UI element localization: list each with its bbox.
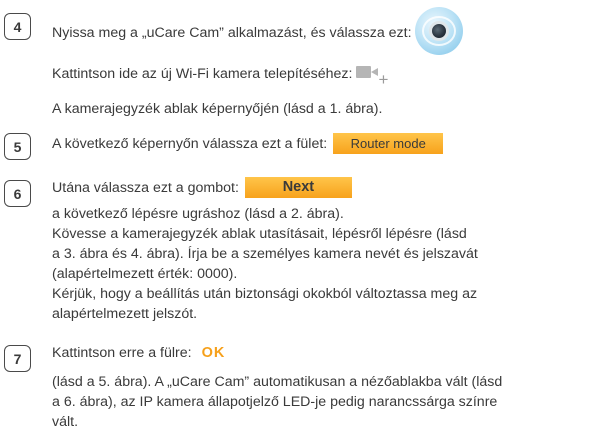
step-number-5: 5 — [4, 133, 31, 160]
step-6-line-4: a 3. ábra és 4. ábra). Írja be a személy… — [52, 246, 478, 262]
step-number-7: 7 — [4, 345, 31, 372]
ucare-cam-app-icon — [414, 7, 463, 55]
step-7-line-4: vált. — [52, 414, 79, 430]
step-6-line-7: alapértelmezett jelszót. — [52, 306, 198, 322]
router-mode-tab[interactable]: Router mode — [333, 133, 444, 154]
step-6-line-6: Kérjük, hogy a beállítás után biztonsági… — [52, 286, 478, 302]
step-7-line-3: a 6. ábra), az IP kamera állapotjelző LE… — [52, 394, 498, 410]
step-4-line-2: Kattintson ide az új Wi-Fi kamera telepí… — [52, 64, 390, 88]
add-camera-icon: + — [356, 64, 390, 88]
step-4-instruction: Nyissa meg a „uCare Cam” alkalmazást, és… — [52, 25, 412, 41]
step-4-line-1: Nyissa meg a „uCare Cam” alkalmazást, és… — [52, 7, 463, 57]
step-6-line-3: Kövesse a kamerajegyzék ablak utasításai… — [52, 226, 467, 242]
step-number-4: 4 — [4, 13, 31, 40]
ok-tab[interactable]: OK — [202, 343, 226, 363]
app-icon-lens — [428, 21, 449, 41]
step-7-line-1: Kattintson erre a fülre: OK — [52, 343, 225, 363]
step-5-instruction: A következő képernyőn válassza ezt a fül… — [52, 135, 328, 152]
step-6-line-1: Utána válassza ezt a gombot: Next — [52, 177, 352, 198]
step-6-line-5: (alapértelmezett érték: 0000). — [52, 266, 238, 282]
step-4-line-3: A kamerajegyzék ablak képernyőjén (lásd … — [52, 101, 383, 117]
step-number-6: 6 — [4, 180, 31, 207]
step-5-line-1: A következő képernyőn válassza ezt a fül… — [52, 133, 444, 154]
step-6-line-2: a következő lépésre ugráshoz (lásd a 2. … — [52, 206, 344, 222]
step-4-add-camera-text: Kattintson ide az új Wi-Fi kamera telepí… — [52, 66, 353, 83]
step-6-instruction: Utána válassza ezt a gombot: — [52, 179, 239, 196]
next-button[interactable]: Next — [244, 177, 352, 198]
step-7-line-2: (lásd a 5. ábra). A „uCare Cam” automati… — [52, 374, 503, 390]
step-7-instruction: Kattintson erre a fülre: — [52, 345, 192, 362]
